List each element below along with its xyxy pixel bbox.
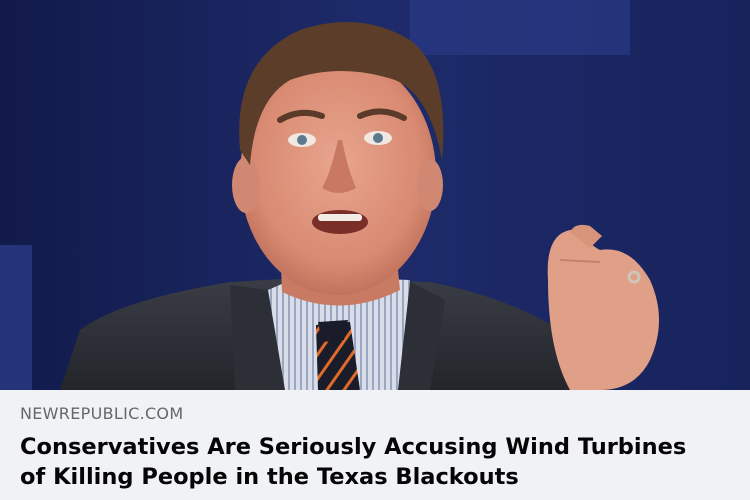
mouth [312,210,368,234]
source-domain: NEWREPUBLIC.COM [20,404,184,423]
headline-line-2: of Killing People in the Texas Blackouts [20,464,519,490]
article-headline[interactable]: Conservatives Are Seriously Accusing Win… [20,432,732,492]
link-preview-meta[interactable]: NEWREPUBLIC.COM Conservatives Are Seriou… [0,390,750,500]
headline-line-1: Conservatives Are Seriously Accusing Win… [20,434,687,460]
preview-image[interactable] [0,0,750,390]
link-preview-card[interactable]: NEWREPUBLIC.COM Conservatives Are Seriou… [0,0,750,500]
